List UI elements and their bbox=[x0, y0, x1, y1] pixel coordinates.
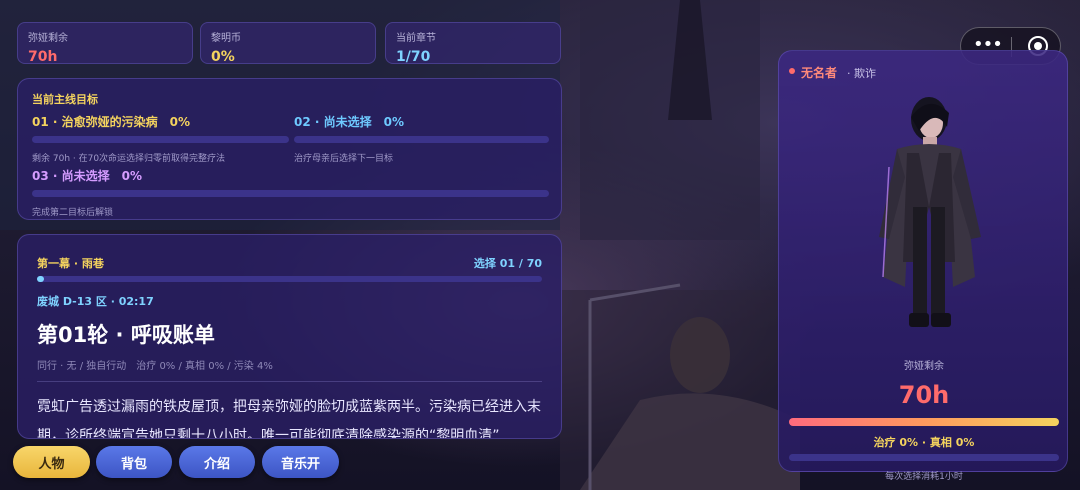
remaining-label: 弥娅剩余 bbox=[904, 361, 944, 372]
objective-sub: 完成第二目标后解锁 bbox=[32, 208, 114, 218]
character-footer: 每次选择消耗1小时 bbox=[885, 472, 963, 482]
stat-label: 当前章节 bbox=[396, 33, 436, 44]
round-title: 第01轮 · 呼吸账单 bbox=[37, 323, 215, 347]
nav-button-music[interactable]: 音乐开 bbox=[262, 446, 339, 478]
objectives-panel: 当前主线目标 01 · 治愈弥娅的污染病 0% 剩余 70h · 在70次命运选… bbox=[17, 78, 562, 220]
story-paragraph: 霓虹广告透过漏雨的铁皮屋顶，把母亲弥娅的脸切成蓝紫两半。污染病已经进入末期，诊所… bbox=[37, 399, 541, 439]
remaining-progress-bar bbox=[789, 418, 1059, 426]
nav-button-character[interactable]: 人物 bbox=[13, 446, 90, 478]
character-name: 无名者 bbox=[801, 66, 838, 80]
stat-card-miya-remaining: 弥娅剩余 70h bbox=[17, 22, 193, 65]
character-portrait bbox=[879, 97, 981, 327]
character-card[interactable]: 无名者 · 欺诈 弥娅剩余 70h 治疗 0% · 真相 0% 每次选择消耗1小… bbox=[778, 50, 1068, 482]
stat-card-chapter: 当前章节 1/70 bbox=[385, 22, 561, 65]
objectives-title: 当前主线目标 bbox=[32, 93, 98, 106]
objective-progress-bar bbox=[294, 136, 549, 143]
act-label: 第一幕 · 雨巷 bbox=[37, 257, 104, 270]
objective-item-3: 03 · 尚未选择 0% 完成第二目标后解锁 bbox=[32, 167, 549, 218]
choice-counter: 选择 01 / 70 bbox=[473, 257, 542, 270]
stat-label: 黎明币 bbox=[211, 33, 241, 44]
objective-progress-bar bbox=[32, 136, 289, 143]
story-panel: 第一幕 · 雨巷 选择 01 / 70 废城 D-13 区 · 02:17 第0… bbox=[17, 234, 562, 439]
choice-progress-fill bbox=[37, 276, 45, 282]
story-meta: 同行 · 无 / 独自行动 治疗 0% / 真相 0% / 污染 4% bbox=[37, 361, 273, 372]
objective-progress-bar bbox=[32, 190, 549, 197]
name-dot bbox=[789, 68, 795, 74]
nav-button-intro[interactable]: 介绍 bbox=[179, 446, 255, 478]
location-time: 废城 D-13 区 · 02:17 bbox=[37, 295, 154, 308]
stat-card-dawn-coin: 黎明币 0% bbox=[200, 22, 376, 65]
stat-value: 0% bbox=[211, 49, 235, 65]
objective-head: 02 · 尚未选择 0% bbox=[294, 115, 404, 129]
stats-progress-bar bbox=[789, 454, 1059, 461]
remaining-value: 70h bbox=[898, 381, 950, 409]
stat-label: 弥娅剩余 bbox=[28, 33, 68, 44]
objective-head: 01 · 治愈弥娅的污染病 0% bbox=[32, 115, 190, 129]
character-stats-line: 治疗 0% · 真相 0% bbox=[873, 436, 975, 449]
objective-head: 03 · 尚未选择 0% bbox=[32, 169, 142, 183]
nav-button-backpack[interactable]: 背包 bbox=[96, 446, 172, 478]
stat-value: 70h bbox=[28, 49, 58, 65]
character-trait: · 欺诈 bbox=[847, 67, 876, 80]
objective-item-1: 01 · 治愈弥娅的污染病 0% 剩余 70h · 在70次命运选择归零前取得完… bbox=[32, 113, 289, 164]
choice-progress-track bbox=[37, 276, 542, 282]
objective-sub: 剩余 70h · 在70次命运选择归零前取得完整疗法 bbox=[32, 154, 226, 164]
story-divider bbox=[37, 381, 542, 382]
objective-item-2: 02 · 尚未选择 0% 治疗母亲后选择下一目标 bbox=[294, 113, 549, 164]
objective-sub: 治疗母亲后选择下一目标 bbox=[294, 154, 394, 164]
stat-value: 1/70 bbox=[396, 49, 431, 65]
